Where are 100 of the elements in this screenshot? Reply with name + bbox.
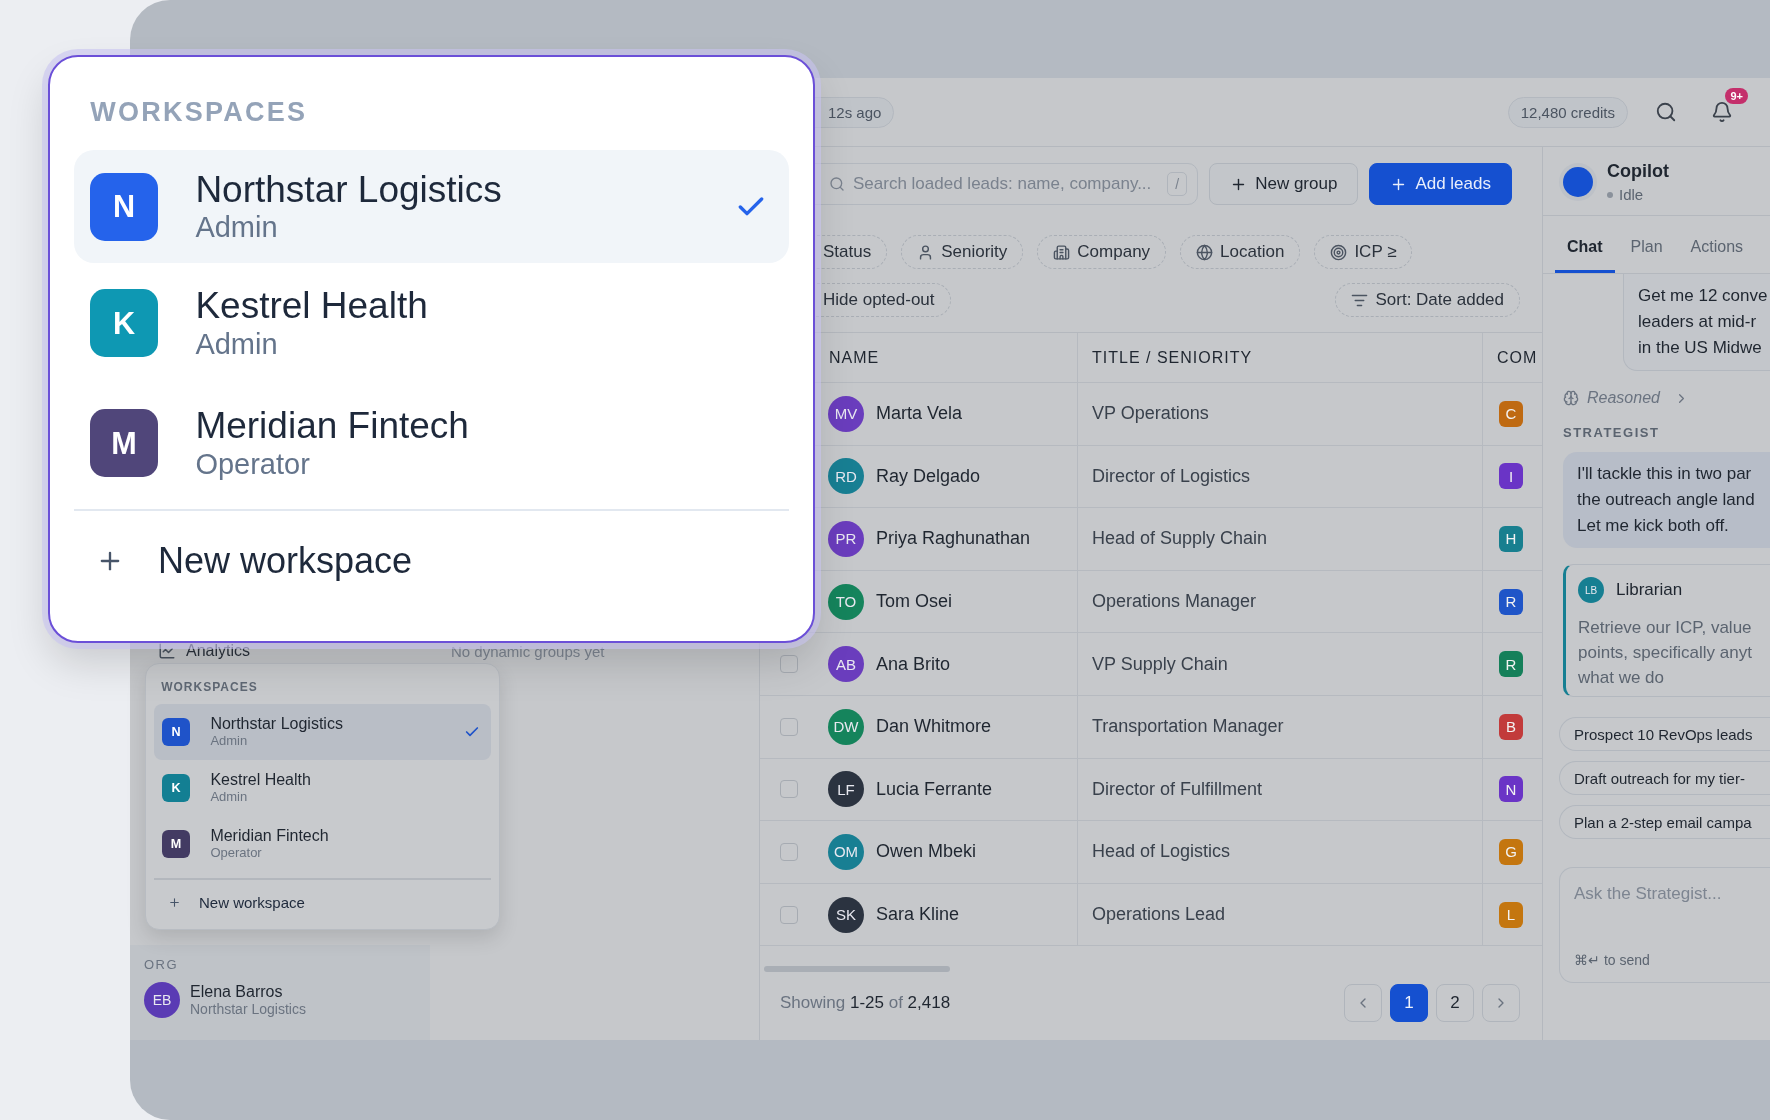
panel-tab[interactable]: Plan <box>1618 232 1675 273</box>
globe-icon <box>1196 243 1214 261</box>
chart-icon <box>158 642 176 660</box>
column-header[interactable]: TITLE / SENIORITY <box>1092 348 1253 367</box>
nav-item[interactable]: Analytics <box>158 642 430 660</box>
brain-icon <box>1563 390 1579 406</box>
menu-heading: WORKSPACES <box>90 97 309 128</box>
lead-name: Owen Mbeki <box>876 841 977 863</box>
lead-avatar: OM <box>828 833 864 870</box>
lead-title: Head of Supply Chain <box>1092 528 1268 550</box>
panel-tab[interactable]: Chat <box>1555 232 1615 273</box>
lead-avatar: TO <box>828 583 864 620</box>
shortcut-key: / <box>1167 172 1188 196</box>
company-logo: R <box>1499 651 1523 678</box>
workspace-icon: M <box>162 830 190 858</box>
lead-title: Operations Manager <box>1092 591 1257 613</box>
previous-page-button[interactable] <box>1344 984 1382 1023</box>
lead-name: Dan Whitmore <box>876 716 992 738</box>
company-logo: C <box>1499 400 1523 427</box>
lead-title: Operations Lead <box>1092 904 1226 926</box>
workspace-icon: N <box>162 718 190 746</box>
workspace-name: Meridian Fintech <box>195 405 470 448</box>
workspace-role: Admin <box>210 789 249 805</box>
company-logo: R <box>1499 588 1523 615</box>
lead-avatar: AB <box>828 646 864 683</box>
credits-badge: 12,480 credits <box>1507 96 1628 128</box>
workspace-name: Kestrel Health <box>195 285 429 328</box>
bell-icon[interactable] <box>1711 101 1733 123</box>
lead-title: VP Supply Chain <box>1092 653 1228 675</box>
empty-groups-text: No dynamic groups yet <box>451 643 605 660</box>
workspace-icon: M <box>90 409 158 477</box>
subagent-name: Librarian <box>1616 580 1683 600</box>
workspace-role: Admin <box>210 733 249 749</box>
agent-message: I'll tackle this in two par the outreach angle land Let me kick both off. <box>1563 452 1770 548</box>
workspace-role: Admin <box>195 211 279 245</box>
workspace-role: Admin <box>195 327 279 361</box>
workspace-item[interactable]: N Northstar Logistics Admin <box>74 150 789 263</box>
row-checkbox[interactable] <box>780 842 798 861</box>
workspace-item[interactable]: M Meridian Fintech Operator <box>154 816 491 872</box>
column-header[interactable]: COM <box>1497 348 1538 367</box>
lead-title: Transportation Manager <box>1092 716 1284 738</box>
company-logo: H <box>1499 526 1523 552</box>
lead-title: Head of Logistics <box>1092 841 1231 863</box>
page-button[interactable]: 1 <box>1390 984 1428 1023</box>
company-logo: G <box>1499 838 1523 865</box>
scrollbar-thumb[interactable] <box>764 966 950 973</box>
row-checkbox[interactable] <box>780 905 798 924</box>
page-button[interactable]: 2 <box>1436 984 1474 1023</box>
new-workspace-button[interactable]: New workspace <box>96 540 413 582</box>
workspace-item[interactable]: K Kestrel Health Admin <box>74 263 789 383</box>
user-name: Elena Barros <box>190 983 284 1001</box>
org-label: ORG <box>144 957 180 972</box>
search-icon <box>829 176 845 192</box>
lead-name: Priya Raghunathan <box>876 528 1031 550</box>
company-logo: I <box>1499 463 1523 490</box>
user-avatar: EB <box>144 982 180 1018</box>
row-checkbox[interactable] <box>780 717 798 736</box>
target-icon <box>1330 243 1348 261</box>
lead-avatar: LF <box>828 771 864 808</box>
lead-avatar: MV <box>828 395 864 432</box>
workspace-item[interactable]: N Northstar Logistics Admin <box>154 704 491 760</box>
notification-badge: 9+ <box>1725 88 1748 104</box>
lead-avatar: DW <box>828 708 864 745</box>
workspace-name: Meridian Fintech <box>210 827 330 846</box>
add-leads-button[interactable]: Add leads <box>1369 163 1512 205</box>
subagent-avatar: LB <box>1578 577 1604 603</box>
search-icon[interactable] <box>1655 101 1677 123</box>
company-logo: N <box>1499 776 1523 803</box>
subagent-task: Retrieve our ICP, value points, specifically anyt what we do <box>1578 617 1753 689</box>
workspace-name: Northstar Logistics <box>210 715 344 734</box>
lead-name: Lucia Ferrante <box>876 778 993 800</box>
workspace-icon: N <box>90 172 158 241</box>
new-workspace-button[interactable]: New workspace <box>168 894 305 911</box>
copilot-title: Copilot <box>1607 161 1669 182</box>
workspace-item[interactable]: M Meridian Fintech Operator <box>74 383 789 503</box>
results-summary: Showing 1-25 of 2,418 <box>780 993 951 1014</box>
menu-heading: WORKSPACES <box>161 680 259 694</box>
row-checkbox[interactable] <box>780 655 798 674</box>
workspace-name: Kestrel Health <box>210 771 312 790</box>
plus-icon <box>168 896 181 909</box>
workspace-icon: K <box>162 774 190 802</box>
column-header[interactable]: NAME <box>829 348 880 367</box>
new-group-button[interactable]: New group <box>1209 163 1359 205</box>
user-message: Get me 12 conve leaders at mid-r in the US Midwe <box>1623 274 1770 371</box>
panel-tab[interactable]: Actions <box>1678 232 1756 273</box>
company-logo: L <box>1499 901 1523 928</box>
workspace-name: Northstar Logistics <box>195 168 503 212</box>
chat-input[interactable]: Ask the Strategist... ⌘↵ to send <box>1559 867 1770 983</box>
lead-avatar: RD <box>828 458 864 495</box>
workspace-role: Operator <box>195 447 311 481</box>
agent-label: STRATEGIST <box>1563 425 1661 440</box>
lead-title: VP Operations <box>1092 403 1209 425</box>
building-icon <box>1053 243 1071 261</box>
workspace-item[interactable]: K Kestrel Health Admin <box>154 760 491 816</box>
row-checkbox[interactable] <box>780 780 798 799</box>
workspace-role: Operator <box>210 845 263 861</box>
lead-name: Marta Vela <box>876 403 963 425</box>
next-page-button[interactable] <box>1482 984 1520 1023</box>
lead-avatar: SK <box>828 896 864 933</box>
lead-name: Tom Osei <box>876 591 953 613</box>
